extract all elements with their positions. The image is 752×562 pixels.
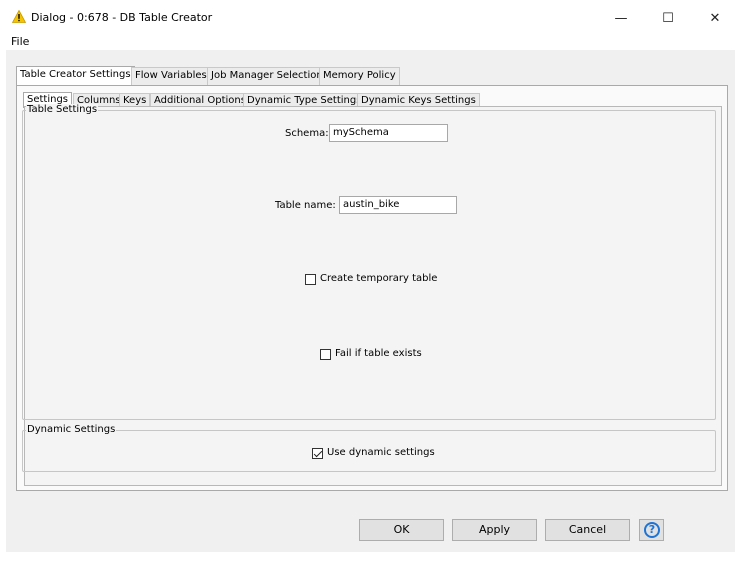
table-settings-title: Table Settings bbox=[26, 104, 99, 115]
schema-label: Schema: bbox=[285, 128, 329, 139]
window-title: Dialog - 0:678 - DB Table Creator bbox=[31, 11, 213, 24]
tab-job-manager-selection[interactable]: Job Manager Selection bbox=[207, 67, 327, 85]
menu-file[interactable]: File bbox=[11, 35, 29, 48]
warning-icon bbox=[12, 10, 26, 23]
table-settings-group: Table Settings Schema: mySchema Table na… bbox=[22, 104, 716, 420]
help-icon: ? bbox=[644, 522, 660, 538]
create-temporary-table-label[interactable]: Create temporary table bbox=[320, 273, 437, 284]
schema-input[interactable]: mySchema bbox=[329, 124, 448, 142]
table-creator-settings-panel: Settings Columns Keys Additional Options… bbox=[16, 85, 728, 491]
apply-button[interactable]: Apply bbox=[452, 519, 537, 541]
tab-table-creator-settings[interactable]: Table Creator Settings bbox=[16, 66, 135, 85]
cancel-button[interactable]: Cancel bbox=[545, 519, 630, 541]
use-dynamic-settings-label[interactable]: Use dynamic settings bbox=[327, 447, 435, 458]
table-name-input[interactable]: austin_bike bbox=[339, 196, 457, 214]
help-button[interactable]: ? bbox=[639, 519, 664, 541]
dialog-body: Table Creator Settings Flow Variables Jo… bbox=[6, 50, 735, 552]
fail-if-table-exists-label[interactable]: Fail if table exists bbox=[335, 348, 422, 359]
settings-panel: Table Settings Schema: mySchema Table na… bbox=[22, 104, 722, 486]
tab-flow-variables[interactable]: Flow Variables bbox=[131, 67, 211, 85]
title-bar: Dialog - 0:678 - DB Table Creator — ☐ ✕ bbox=[0, 0, 752, 34]
use-dynamic-settings-checkbox[interactable] bbox=[312, 448, 323, 459]
ok-button[interactable]: OK bbox=[359, 519, 444, 541]
tab-memory-policy[interactable]: Memory Policy bbox=[319, 67, 400, 85]
fail-if-table-exists-checkbox[interactable] bbox=[320, 349, 331, 360]
minimize-button[interactable]: — bbox=[598, 4, 644, 32]
menu-bar: File bbox=[0, 34, 752, 50]
create-temporary-table-checkbox[interactable] bbox=[305, 274, 316, 285]
dynamic-settings-group: Dynamic Settings Use dynamic settings bbox=[22, 424, 716, 472]
maximize-button[interactable]: ☐ bbox=[645, 4, 691, 32]
dynamic-settings-title: Dynamic Settings bbox=[26, 424, 117, 435]
close-button[interactable]: ✕ bbox=[692, 4, 738, 32]
table-name-label: Table name: bbox=[275, 200, 336, 211]
